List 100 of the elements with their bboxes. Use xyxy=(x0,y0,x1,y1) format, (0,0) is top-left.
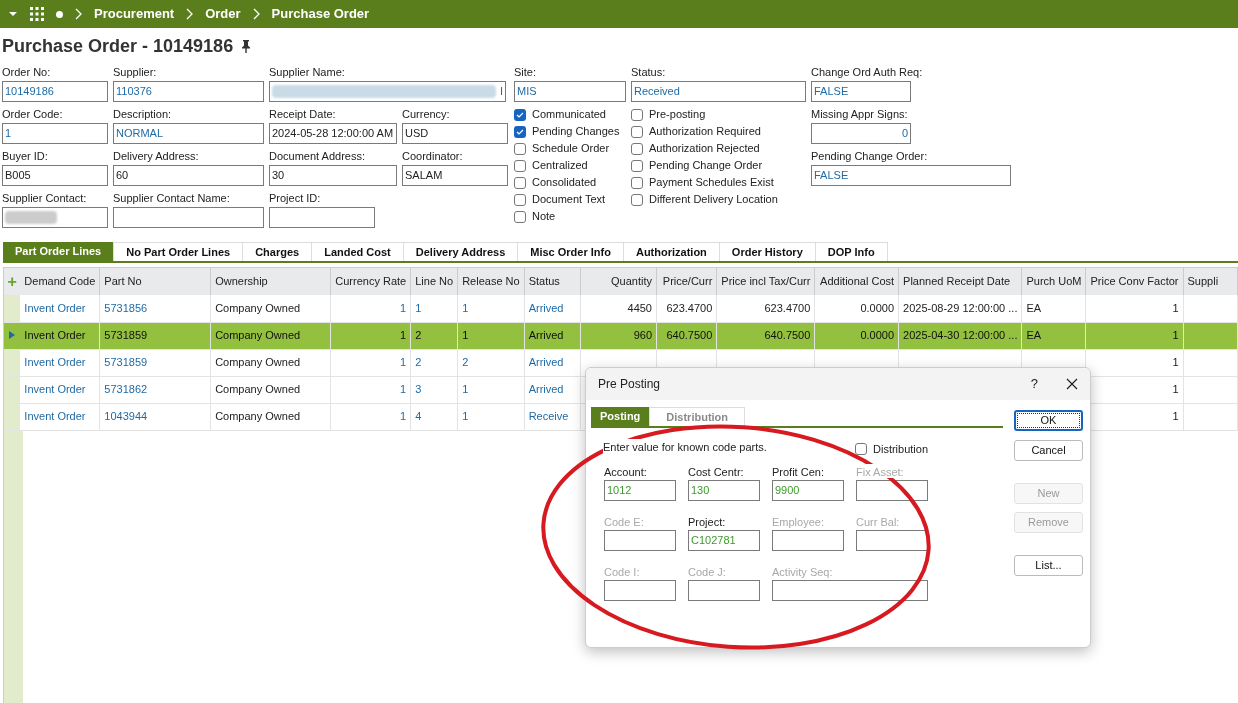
input-field[interactable] xyxy=(2,207,108,228)
checkbox[interactable] xyxy=(514,193,526,206)
tab[interactable]: DOP Info xyxy=(815,242,888,261)
table-cell: EA xyxy=(1021,295,1086,322)
input-field[interactable] xyxy=(856,530,928,551)
input-field[interactable]: 130 xyxy=(688,480,760,501)
field-label: Missing Appr Signs: xyxy=(811,107,909,122)
input-field[interactable]: USD xyxy=(402,123,508,144)
input-field[interactable]: FALSE xyxy=(811,165,1011,186)
field-value: I xyxy=(499,84,503,100)
dialog-button[interactable]: OK xyxy=(1014,410,1083,431)
checkbox[interactable] xyxy=(631,193,643,206)
table-cell: 1 xyxy=(457,403,525,430)
dropdown-icon[interactable] xyxy=(8,11,18,17)
input-field[interactable]: B005 xyxy=(2,165,108,186)
input-field[interactable]: 0 xyxy=(811,123,911,144)
tab[interactable]: No Part Order Lines xyxy=(114,242,244,261)
input-field[interactable] xyxy=(772,580,928,601)
checkbox-label: Different Delivery Location xyxy=(649,192,778,208)
field-label: Supplier Contact Name: xyxy=(113,191,231,206)
table-cell: Company Owned xyxy=(210,349,331,376)
dialog-button[interactable]: Cancel xyxy=(1014,440,1083,461)
checkbox[interactable] xyxy=(631,159,643,172)
input-field[interactable]: 1012 xyxy=(604,480,676,501)
input-field[interactable]: NORMAL xyxy=(113,123,264,144)
checkbox[interactable] xyxy=(514,125,526,138)
input-field[interactable]: C102781 xyxy=(688,530,760,551)
pin-icon[interactable] xyxy=(241,39,252,53)
table-cell: 5731856 xyxy=(99,295,211,322)
tab[interactable]: Distribution xyxy=(649,407,746,426)
checkbox[interactable] xyxy=(514,176,526,189)
apps-grid-icon[interactable] xyxy=(30,7,44,21)
checkbox-label: Schedule Order xyxy=(532,141,610,157)
tab[interactable]: Landed Cost xyxy=(312,242,404,261)
dialog-button[interactable]: List... xyxy=(1014,555,1083,576)
close-icon[interactable] xyxy=(1066,378,1078,390)
input-field[interactable]: 9900 xyxy=(772,480,844,501)
checkbox-label: Authorization Required xyxy=(649,124,761,140)
input-field[interactable]: 30 xyxy=(269,165,397,186)
field-label: Pending Change Order: xyxy=(811,149,929,164)
checkbox[interactable] xyxy=(631,142,643,155)
input-field[interactable] xyxy=(113,207,264,228)
table-cell: 1 xyxy=(330,403,411,430)
checkbox[interactable] xyxy=(514,108,526,121)
hint-text: Enter value for known code parts. xyxy=(603,438,767,456)
table-cell: Invent Order xyxy=(20,349,100,376)
tab[interactable]: Order History xyxy=(719,242,816,261)
input-field[interactable] xyxy=(604,530,676,551)
field-label: Project ID: xyxy=(269,191,322,206)
field-label: Site: xyxy=(514,65,537,80)
table-cell: 0.0000 xyxy=(814,295,899,322)
checkbox[interactable] xyxy=(631,125,643,138)
input-field[interactable] xyxy=(856,480,928,501)
checkbox[interactable] xyxy=(631,176,643,189)
table-cell: 2 xyxy=(410,349,458,376)
breadcrumb-link[interactable]: Purchase Order xyxy=(271,4,370,24)
chevron-icon xyxy=(252,8,260,20)
field-label: Receipt Date: xyxy=(269,107,337,122)
table-cell: 5731862 xyxy=(99,376,211,403)
table-cell: 1 xyxy=(457,322,525,349)
input-field[interactable]: I xyxy=(269,81,506,102)
table-cell: 1 xyxy=(330,349,411,376)
checkbox[interactable] xyxy=(631,108,643,121)
input-field[interactable] xyxy=(269,207,375,228)
breadcrumb-link[interactable]: Procurement xyxy=(94,4,175,24)
input-field[interactable] xyxy=(604,580,676,601)
dot-icon[interactable] xyxy=(56,10,63,18)
checkbox[interactable] xyxy=(855,443,867,455)
checkbox[interactable] xyxy=(514,159,526,172)
tab[interactable]: Part Order Lines xyxy=(3,242,115,261)
input-field[interactable]: SALAM xyxy=(402,165,508,186)
tab[interactable]: Misc Order Info xyxy=(518,242,624,261)
table-cell: Company Owned xyxy=(210,376,331,403)
table-cell: Arrived xyxy=(524,376,581,403)
tab[interactable]: Delivery Address xyxy=(403,242,519,261)
input-field[interactable]: 1 xyxy=(2,123,108,144)
table-cell: 640.7500 xyxy=(656,322,717,349)
field-label: Order No: xyxy=(2,65,52,80)
tab[interactable]: Posting xyxy=(591,407,650,426)
input-field[interactable] xyxy=(772,530,844,551)
checkbox[interactable] xyxy=(514,210,526,223)
input-field[interactable]: 10149186 xyxy=(2,81,108,102)
help-button[interactable]: ? xyxy=(1030,374,1038,394)
table-row[interactable]: Invent Order 5731859 Company Owned 1 2 1 Arrived 960 640.7500 640.7500 0.0000 2025-04-30 12:00:00 ... EA 1 xyxy=(4,322,1238,349)
checkbox[interactable] xyxy=(514,142,526,155)
tab[interactable]: Authorization xyxy=(623,242,720,261)
table-cell: 1 xyxy=(330,376,411,403)
table-row[interactable]: Invent Order 5731856 Company Owned 1 1 1 Arrived 4450 623.4700 623.4700 0.0000 2025-08-29 12:00:00 ... EA 1 xyxy=(4,295,1238,322)
breadcrumb-link[interactable]: Order xyxy=(205,4,241,24)
input-field[interactable]: 60 xyxy=(113,165,264,186)
input-field[interactable] xyxy=(688,580,760,601)
field-label: Fix Asset: xyxy=(856,464,904,478)
input-field[interactable]: 110376 xyxy=(113,81,264,102)
table-cell: 4 xyxy=(410,403,458,430)
field-label: Document Address: xyxy=(269,149,366,164)
tab[interactable]: Charges xyxy=(243,242,313,261)
input-field[interactable]: MIS xyxy=(514,81,626,102)
input-field[interactable]: FALSE xyxy=(811,81,911,102)
input-field[interactable]: Received xyxy=(631,81,806,102)
input-field[interactable]: 2024-05-28 12:00:00 AM xyxy=(269,123,397,144)
